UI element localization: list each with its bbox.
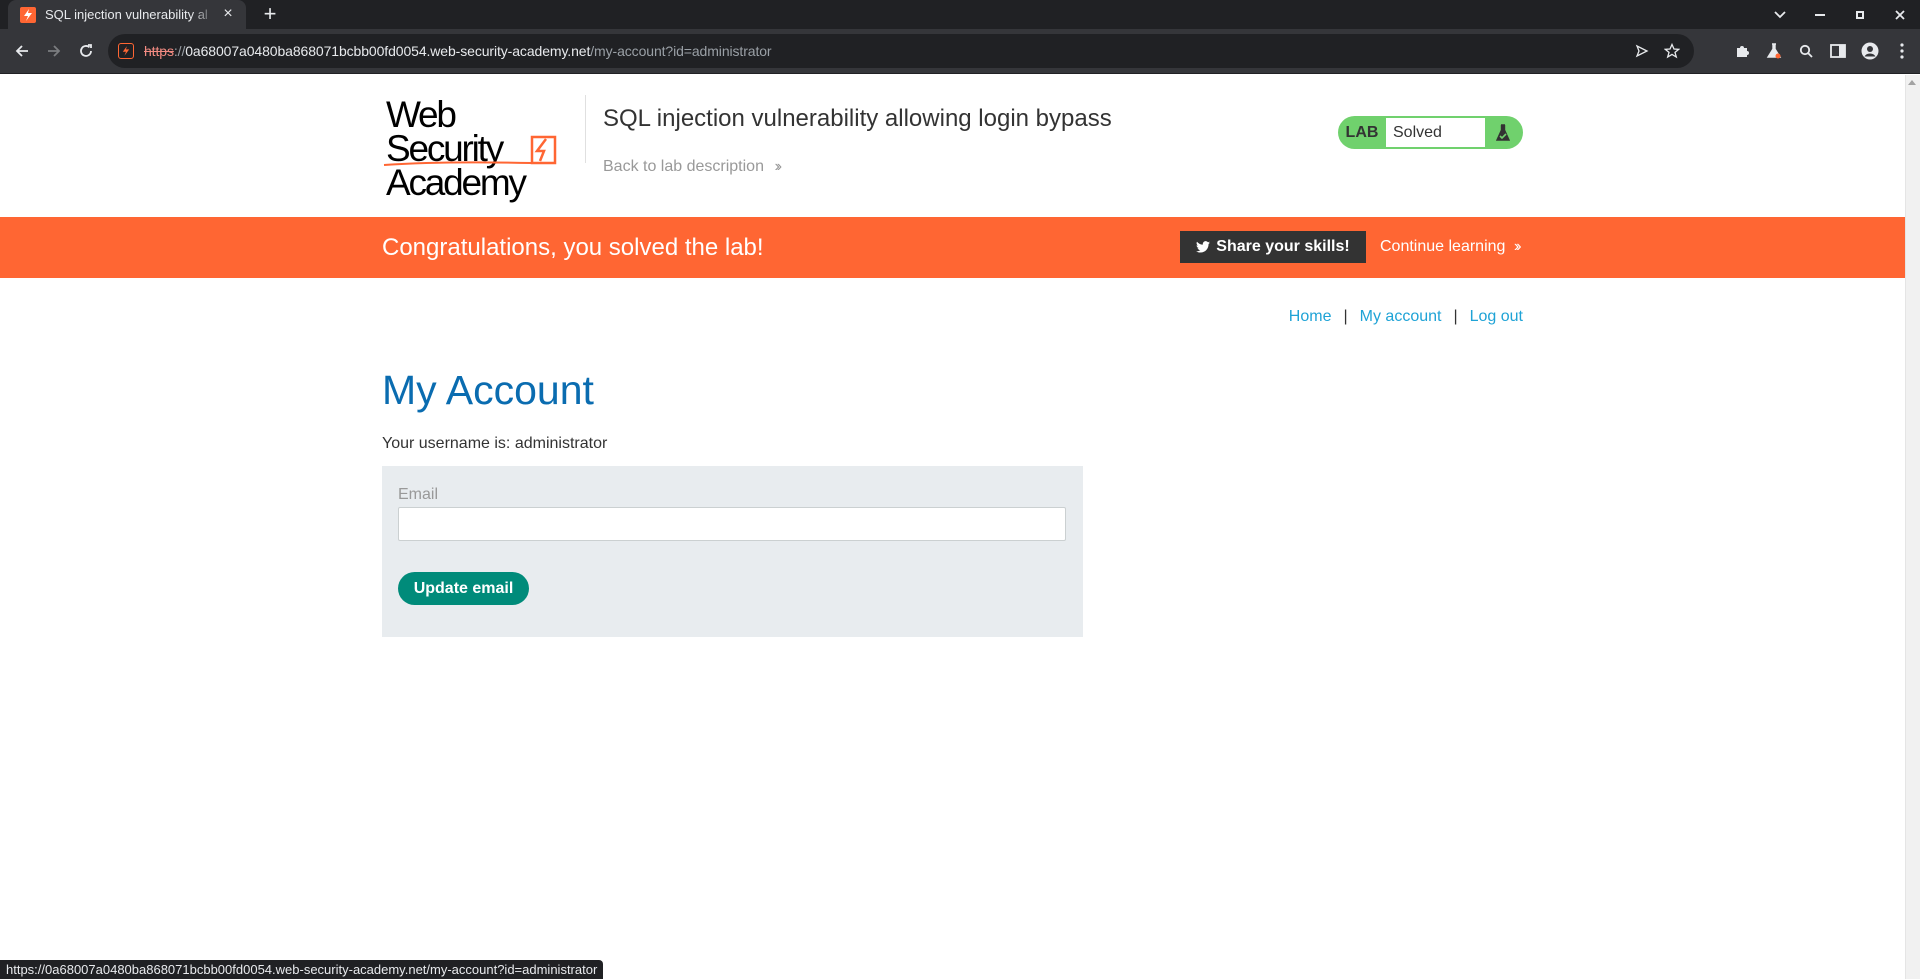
browser-toolbar: https://0a68007a0480ba868071bcbb00fd0054… xyxy=(0,29,1920,74)
status-url: https://0a68007a0480ba868071bcbb00fd0054… xyxy=(6,962,597,977)
url-path: /my-account?id=administrator xyxy=(590,43,771,59)
side-panel-icon[interactable] xyxy=(1826,39,1850,63)
minimize-icon[interactable] xyxy=(1800,0,1840,29)
back-link-label: Back to lab description xyxy=(603,158,764,175)
tab-search-icon[interactable] xyxy=(1760,0,1800,29)
congratulations-message: Congratulations, you solved the lab! xyxy=(382,234,764,262)
change-email-form: Email Update email xyxy=(382,466,1083,637)
logo-line-2: Academy xyxy=(386,166,567,200)
search-icon[interactable] xyxy=(1794,39,1818,63)
flask-icon xyxy=(1485,124,1521,142)
back-icon[interactable] xyxy=(8,37,36,65)
url-host: 0a68007a0480ba868071bcbb00fd0054.web-sec… xyxy=(185,43,590,59)
window-controls xyxy=(1760,0,1920,29)
site-info-icon[interactable] xyxy=(118,43,134,59)
url-scheme: https xyxy=(144,43,174,59)
lab-title: SQL injection vulnerability allowing log… xyxy=(603,105,1112,133)
nav-separator: | xyxy=(1453,308,1457,326)
toolbar-actions xyxy=(1730,39,1914,63)
nav-separator: | xyxy=(1343,308,1347,326)
omnibox-actions xyxy=(1630,39,1684,63)
bookmark-star-icon[interactable] xyxy=(1660,39,1684,63)
link-hover-status: https://0a68007a0480ba868071bcbb00fd0054… xyxy=(0,960,603,979)
nav-my-account-link[interactable]: My account xyxy=(1360,308,1442,326)
solved-banner: Congratulations, you solved the lab! Sha… xyxy=(0,217,1905,278)
maximize-icon[interactable] xyxy=(1840,0,1880,29)
browser-menu-icon[interactable] xyxy=(1890,39,1914,63)
logo-bolt-icon xyxy=(382,95,567,170)
address-bar[interactable]: https://0a68007a0480ba868071bcbb00fd0054… xyxy=(108,34,1694,68)
continue-learning-link[interactable]: Continue learning ›› xyxy=(1380,238,1519,256)
back-to-lab-description-link[interactable]: Back to lab description ›› xyxy=(603,158,779,176)
flask-extension-icon[interactable] xyxy=(1762,39,1786,63)
lab-state: Solved xyxy=(1386,118,1485,147)
scroll-up-arrow-icon[interactable] xyxy=(1908,80,1916,85)
lab-header: Web Security Academy SQL injection vulne… xyxy=(382,95,1523,170)
new-tab-icon[interactable]: + xyxy=(258,2,282,26)
reload-icon[interactable] xyxy=(72,37,100,65)
lab-status-badge: LAB Solved xyxy=(1338,116,1523,149)
web-security-academy-logo[interactable]: Web Security Academy xyxy=(382,95,567,170)
extensions-puzzle-icon[interactable] xyxy=(1730,39,1754,63)
tab-title: SQL injection vulnerability al xyxy=(45,7,217,22)
username-text: Your username is: administrator xyxy=(382,435,607,453)
browser-tabstrip: SQL injection vulnerability al × + xyxy=(0,0,1920,29)
top-navigation: Home | My account | Log out xyxy=(1289,308,1523,326)
forward-icon[interactable] xyxy=(40,37,68,65)
close-window-icon[interactable] xyxy=(1880,0,1920,29)
nav-log-out-link[interactable]: Log out xyxy=(1470,308,1523,326)
double-chevron-right-icon: ›› xyxy=(774,158,779,175)
favicon-icon xyxy=(20,7,36,23)
browser-tab[interactable]: SQL injection vulnerability al × xyxy=(8,0,246,29)
email-label: Email xyxy=(398,486,438,504)
page-scrollbar[interactable] xyxy=(1905,75,1920,979)
double-chevron-right-icon: ›› xyxy=(1514,238,1519,255)
email-field[interactable] xyxy=(398,507,1066,541)
nav-home-link[interactable]: Home xyxy=(1289,308,1332,326)
twitter-icon xyxy=(1196,241,1210,253)
share-skills-label: Share your skills! xyxy=(1216,238,1349,256)
header-divider xyxy=(585,95,586,163)
url-separator: :// xyxy=(174,43,185,59)
close-tab-icon[interactable]: × xyxy=(220,6,236,22)
share-skills-button[interactable]: Share your skills! xyxy=(1180,231,1366,263)
update-email-button[interactable]: Update email xyxy=(398,572,529,605)
lab-label: LAB xyxy=(1338,124,1386,142)
url-text[interactable]: https://0a68007a0480ba868071bcbb00fd0054… xyxy=(144,43,772,59)
continue-learning-label: Continue learning xyxy=(1380,238,1505,255)
profile-avatar-icon[interactable] xyxy=(1858,39,1882,63)
web-page: Web Security Academy SQL injection vulne… xyxy=(0,75,1905,979)
send-tab-icon[interactable] xyxy=(1630,39,1654,63)
page-title: My Account xyxy=(382,367,594,414)
